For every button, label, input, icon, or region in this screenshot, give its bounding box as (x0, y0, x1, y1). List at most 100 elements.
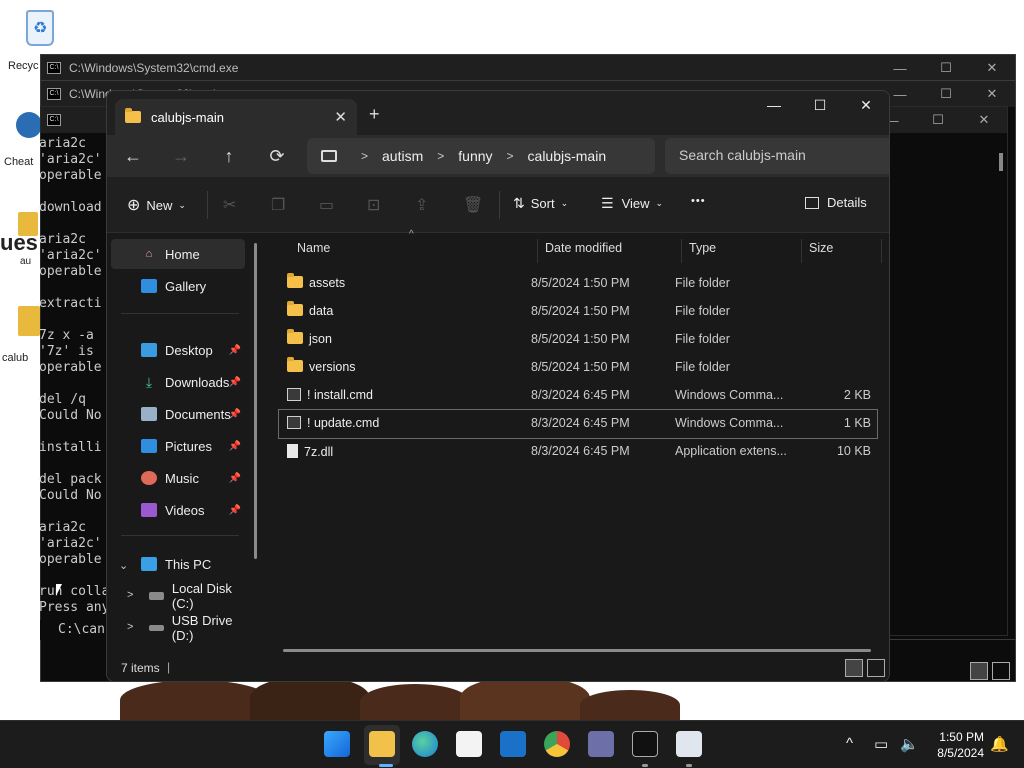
column-header-type[interactable]: Type (689, 241, 716, 267)
store-icon[interactable] (456, 731, 482, 757)
back-icon[interactable]: ← (119, 143, 147, 169)
table-row[interactable]: 7z.dll 8/3/2024 6:45 PM Application exte… (279, 438, 877, 466)
sidebar-item-desktop[interactable]: Desktop 📌 (111, 335, 245, 365)
volume-icon[interactable]: 🔈 (900, 735, 919, 753)
tab-calubjs-main[interactable]: calubjs-main ✕ (115, 99, 357, 135)
close-icon[interactable]: ✕ (969, 55, 1015, 81)
details-view-icon[interactable] (970, 662, 988, 680)
paste-icon[interactable]: ▭ (319, 195, 334, 215)
minimize-icon[interactable]: — (877, 55, 923, 81)
clock[interactable]: 1:50 PM 8/5/2024 (928, 729, 984, 761)
sidebar-item-pictures[interactable]: Pictures 📌 (111, 431, 245, 461)
network-icon[interactable]: ▭ (874, 735, 888, 753)
divider[interactable] (681, 239, 682, 263)
sidebar-item-music[interactable]: Music 📌 (111, 463, 245, 493)
more-options-icon[interactable]: ••• (691, 195, 706, 207)
pin-icon[interactable]: 📌 (229, 377, 241, 388)
table-row[interactable]: ! install.cmd 8/3/2024 6:45 PM Windows C… (279, 382, 877, 410)
maximize-icon[interactable]: ☐ (923, 81, 969, 107)
sidebar-item-home[interactable]: ⌂ Home (111, 239, 245, 269)
pin-icon[interactable]: 📌 (229, 505, 241, 516)
view-button[interactable]: ☰ View ⌄ (601, 195, 663, 212)
calubjs-folder-icon[interactable]: calub (2, 306, 40, 366)
cmd-scrollbar[interactable] (999, 153, 1003, 171)
minimize-icon[interactable]: — (751, 91, 797, 119)
column-header-date[interactable]: Date modified (545, 241, 622, 267)
cut-icon[interactable]: ✂ (223, 195, 236, 215)
chrome-icon[interactable] (544, 731, 570, 757)
desktop-file-icon[interactable]: ues au (0, 212, 40, 272)
new-button[interactable]: ⊕ New ⌄ (127, 195, 186, 215)
chevron-right-icon[interactable]: > (437, 149, 444, 163)
table-row[interactable]: json 8/5/2024 1:50 PM File folder (279, 326, 877, 354)
edge-icon[interactable] (412, 731, 438, 757)
sidebar-item-usb-drive[interactable]: USB Drive (D:) (111, 613, 251, 643)
copy-icon[interactable]: ❐ (271, 195, 285, 215)
tray-chevron-icon[interactable]: ^ (846, 735, 853, 752)
sidebar-item-local-disk[interactable]: Local Disk (C:) (111, 581, 251, 611)
outlook-icon[interactable] (500, 731, 526, 757)
sort-button[interactable]: ⇅ Sort ⌄ (513, 195, 568, 212)
table-row[interactable]: ! update.cmd 8/3/2024 6:45 PM Windows Co… (278, 409, 878, 439)
cmd-titlebar[interactable]: C:\ C:\Windows\System32\cmd.exe (41, 55, 1015, 81)
pin-icon[interactable]: 📌 (229, 441, 241, 452)
cheat-engine-icon[interactable]: Cheat (4, 112, 42, 168)
tiles-view-icon[interactable] (992, 662, 1010, 680)
breadcrumb-calubjs-main[interactable]: calubjs-main (528, 148, 607, 164)
divider[interactable] (801, 239, 802, 263)
table-row[interactable]: assets 8/5/2024 1:50 PM File folder (279, 270, 877, 298)
chevron-right-icon[interactable]: > (361, 149, 368, 163)
refresh-icon[interactable]: ⟳ (263, 143, 291, 169)
pin-icon[interactable]: 📌 (229, 409, 241, 420)
table-row[interactable]: versions 8/5/2024 1:50 PM File folder (279, 354, 877, 382)
tiles-view-icon[interactable] (867, 659, 885, 677)
maximize-icon[interactable]: ☐ (797, 91, 843, 119)
column-header-size[interactable]: Size (809, 241, 833, 267)
sidebar-item-label: Pictures (165, 438, 212, 454)
file-explorer-icon[interactable] (369, 731, 395, 757)
chevron-right-icon[interactable]: > (507, 149, 514, 163)
maximize-icon[interactable]: ☐ (915, 107, 961, 133)
this-pc-icon[interactable] (321, 150, 337, 162)
table-row[interactable]: data 8/5/2024 1:50 PM File folder (279, 298, 877, 326)
breadcrumb-funny[interactable]: funny (458, 148, 492, 164)
column-header-name[interactable]: Name (297, 241, 330, 267)
breadcrumb[interactable]: > autism > funny > calubjs-main (307, 138, 655, 174)
sidebar-item-documents[interactable]: Documents 📌 (111, 399, 245, 429)
delete-icon[interactable]: 🗑 (463, 195, 483, 215)
sidebar-scrollbar[interactable] (254, 243, 257, 559)
forward-icon[interactable]: → (167, 143, 195, 169)
new-tab-icon[interactable]: + (369, 104, 380, 125)
file-name: versions (309, 360, 356, 374)
start-icon[interactable] (324, 731, 350, 757)
pin-icon[interactable]: 📌 (229, 473, 241, 484)
rename-icon[interactable]: ⊡ (367, 195, 380, 215)
file-date: 8/5/2024 1:50 PM (531, 304, 630, 318)
divider[interactable] (881, 239, 882, 263)
search-input[interactable]: Search calubjs-main (665, 138, 889, 174)
terminal-icon[interactable] (632, 731, 658, 757)
recycle-bin-icon[interactable]: Recyc (8, 8, 64, 72)
file-explorer-window[interactable]: calubjs-main ✕ + — ☐ ✕ ← → ↑ ⟳ > autism … (106, 90, 890, 682)
sidebar-item-this-pc[interactable]: This PC (111, 549, 245, 579)
close-icon[interactable]: ✕ (961, 107, 1007, 133)
maximize-icon[interactable]: ☐ (923, 55, 969, 81)
divider[interactable] (537, 239, 538, 263)
pin-icon[interactable]: 📌 (229, 345, 241, 356)
breadcrumb-autism[interactable]: autism (382, 148, 423, 164)
notification-bell-icon[interactable]: 🔔 (990, 735, 1009, 753)
sidebar-item-videos[interactable]: Videos 📌 (111, 495, 245, 525)
sidebar-item-gallery[interactable]: Gallery (111, 271, 245, 301)
sidebar-item-downloads[interactable]: ⤓ Downloads 📌 (111, 367, 245, 397)
close-icon[interactable]: ✕ (843, 91, 889, 119)
share-icon[interactable]: ⇪ (415, 195, 428, 215)
horizontal-scrollbar[interactable] (283, 649, 871, 652)
sidebar-item-label: USB Drive (D:) (171, 613, 233, 643)
details-view-icon[interactable] (845, 659, 863, 677)
details-button[interactable]: Details (805, 195, 867, 210)
notepad-icon[interactable] (676, 731, 702, 757)
game-icon[interactable] (588, 731, 614, 757)
up-icon[interactable]: ↑ (215, 143, 243, 169)
close-icon[interactable]: ✕ (969, 81, 1015, 107)
tab-close-icon[interactable]: ✕ (334, 108, 347, 126)
